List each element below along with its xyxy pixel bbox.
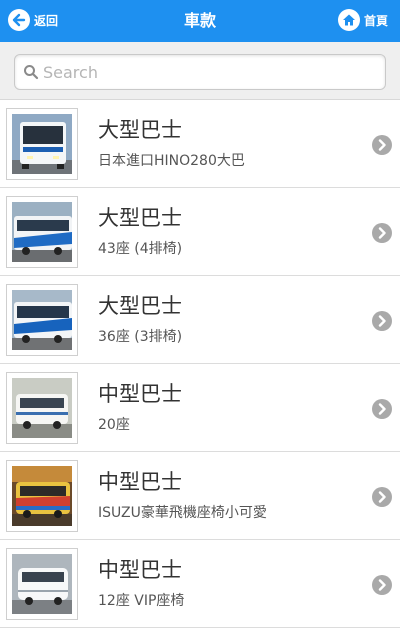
vehicle-name: 中型巴士: [98, 470, 182, 494]
vehicle-thumbnail: [6, 108, 78, 180]
minibus-icon: [12, 378, 72, 438]
vehicle-thumbnail: [6, 460, 78, 532]
chevron-right-icon: [372, 223, 392, 243]
home-icon: [337, 9, 360, 31]
list-item[interactable]: 中型巴士 ISUZU豪華飛機座椅小可愛: [0, 452, 400, 540]
coach-side-icon: [12, 290, 72, 350]
search-bar: [0, 42, 400, 100]
vehicle-thumbnail: [6, 284, 78, 356]
vehicle-thumbnail: [6, 196, 78, 268]
chevron-right-icon: [372, 311, 392, 331]
vehicle-name: 中型巴士: [98, 382, 182, 406]
vehicle-description: 12座 VIP座椅: [98, 593, 185, 609]
vehicle-description: ISUZU豪華飛機座椅小可愛: [98, 505, 267, 521]
home-label: 首頁: [363, 13, 388, 28]
vehicle-description: 43座 (4排椅): [98, 241, 183, 257]
list-item[interactable]: 中型巴士 12座 VIP座椅: [0, 540, 400, 628]
chevron-right-icon: [372, 135, 392, 155]
list-item[interactable]: 大型巴士 日本進口HINO280大巴: [0, 100, 400, 188]
top-navigation-bar: 返回 車款 首頁: [0, 0, 400, 42]
vehicle-description: 20座: [98, 417, 130, 433]
minibus-colorful-icon: [12, 466, 72, 526]
chevron-right-icon: [372, 575, 392, 595]
search-input[interactable]: [43, 55, 373, 89]
vehicle-name: 大型巴士: [98, 294, 182, 318]
vehicle-description: 36座 (3排椅): [98, 329, 183, 345]
coach-side-icon: [12, 202, 72, 262]
search-icon: [24, 65, 39, 80]
vehicle-thumbnail: [6, 372, 78, 444]
list-item[interactable]: 中型巴士 20座: [0, 364, 400, 452]
vehicle-name: 大型巴士: [98, 118, 182, 142]
search-field[interactable]: [14, 54, 386, 90]
chevron-right-icon: [372, 399, 392, 419]
list-item[interactable]: 大型巴士 43座 (4排椅): [0, 188, 400, 276]
coach-front-icon: [12, 114, 72, 174]
minibus-white-icon: [12, 554, 72, 614]
vehicle-description: 日本進口HINO280大巴: [98, 153, 245, 169]
list-item[interactable]: 大型巴士 36座 (3排椅): [0, 276, 400, 364]
home-button[interactable]: 首頁: [337, 8, 388, 32]
vehicle-list: 大型巴士 日本進口HINO280大巴 大型巴士 43座 (4排椅) 大型巴士 3…: [0, 100, 400, 628]
chevron-right-icon: [372, 487, 392, 507]
vehicle-thumbnail: [6, 548, 78, 620]
vehicle-name: 中型巴士: [98, 558, 182, 582]
vehicle-name: 大型巴士: [98, 206, 182, 230]
